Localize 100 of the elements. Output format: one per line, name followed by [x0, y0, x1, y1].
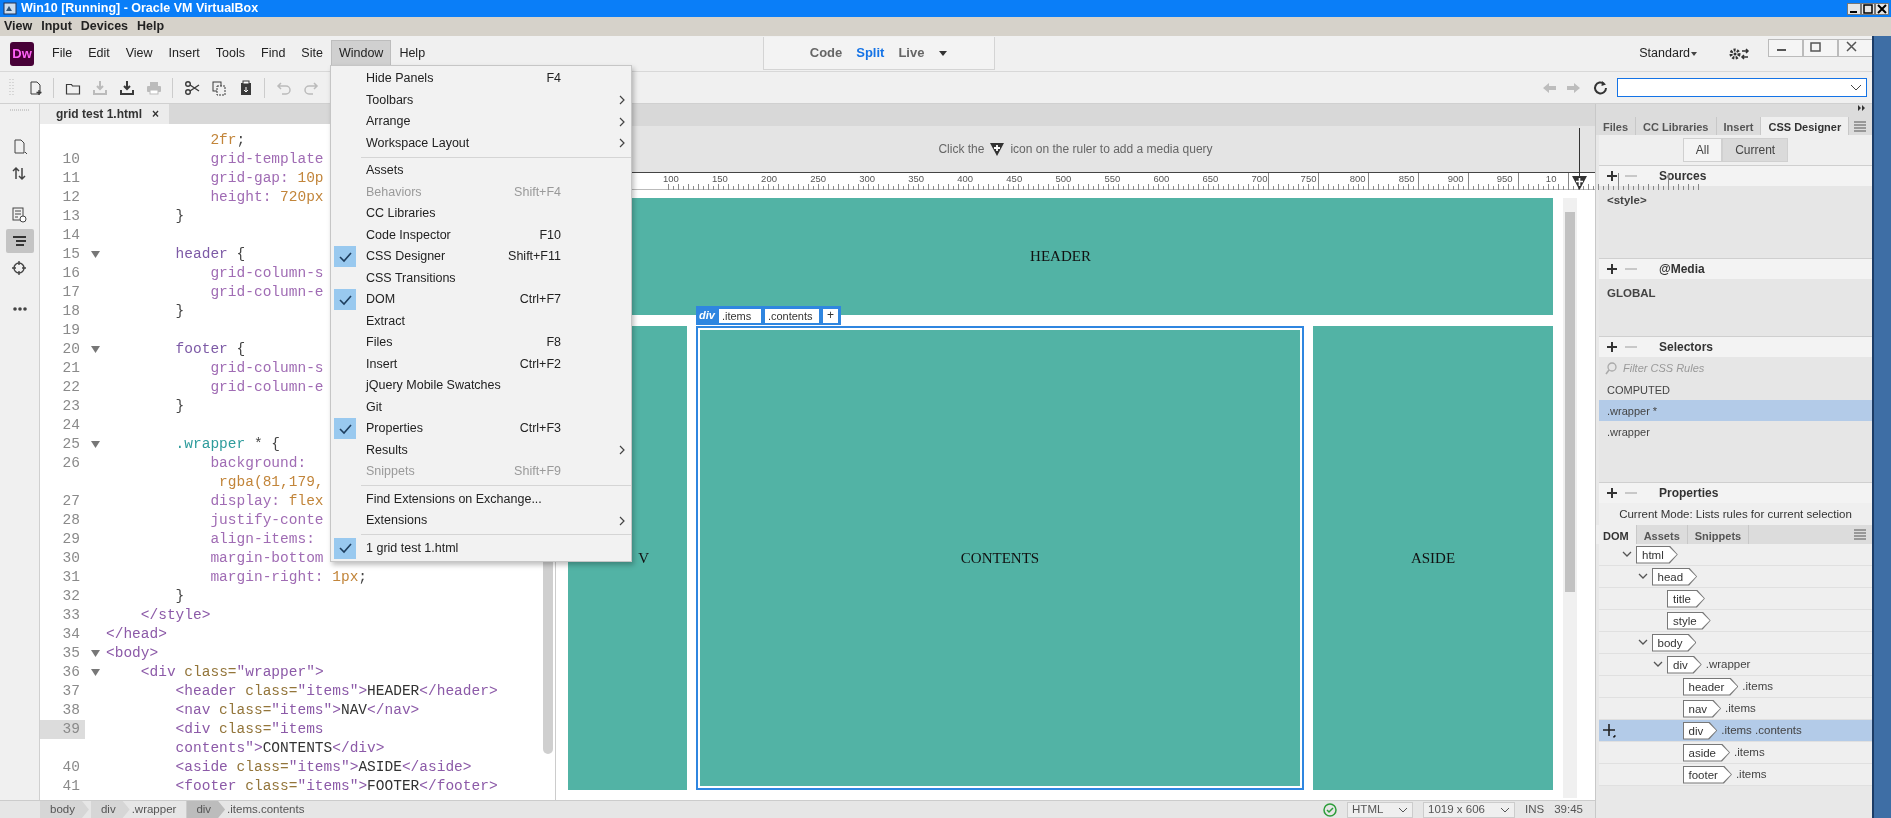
ruler-label: 400 [957, 173, 975, 184]
line-number: 12 [61, 188, 81, 207]
line-number: 24 [61, 416, 81, 435]
ruler-label: 950 [1496, 173, 1514, 184]
ruler-label: 700 [1251, 173, 1269, 184]
code-line: </style> [139, 606, 211, 625]
ruler-label: 200 [761, 173, 778, 184]
code-line: </head> [106, 625, 167, 644]
shortcut-text: Ctrl+F3 [519, 420, 561, 438]
code-line: <nav class="items">NAV</nav> [174, 701, 420, 720]
insert-mode-text: INS [1525, 801, 1545, 817]
line-number: 31 [61, 568, 81, 587]
app-logo: Dw [10, 41, 34, 66]
line-number: 15 [61, 245, 81, 264]
line-number: 11 [61, 169, 81, 188]
line-number: 25 [61, 435, 81, 454]
code-line: height: 720px [209, 188, 324, 207]
ruler-label: 850 [1398, 173, 1416, 184]
shortcut-text: Ctrl+F2 [519, 355, 561, 373]
line-number: 41 [61, 777, 81, 796]
code-line: } [174, 207, 185, 226]
shortcut-text: Shift+F11 [508, 248, 561, 266]
code-line: } [174, 587, 185, 606]
code-line: grid-template [209, 150, 324, 169]
line-number: 22 [61, 378, 81, 397]
line-number: 13 [61, 207, 81, 226]
window-title: Win10 [Running] - Oracle VM VirtualBox [21, 0, 259, 18]
line-number: 28 [61, 511, 81, 530]
line-number: 14 [61, 226, 81, 245]
code-line: justify-conte [209, 511, 324, 530]
section-title: Properties [1659, 485, 1719, 502]
class-label: .wrapper [1705, 656, 1751, 672]
section-title: Selectors [1659, 339, 1714, 356]
line-number: 27 [61, 492, 81, 511]
line-number: 40 [61, 758, 81, 777]
shortcut-text: Ctrl+F7 [519, 291, 561, 309]
code-line: grid-column-e [209, 378, 324, 397]
line-number: 23 [61, 397, 81, 416]
line-number: 30 [61, 549, 81, 568]
tab-label: grid test 1.html [56, 106, 142, 123]
line-number: 20 [61, 340, 81, 359]
code-line: <aside class="items">ASIDE</aside> [174, 758, 472, 777]
class-label: .items [1735, 766, 1767, 782]
code-line: <footer class="items">FOOTER</footer> [174, 777, 498, 796]
cursor-position-text: 39:45 [1554, 801, 1583, 817]
code-line: .wrapper * { [174, 435, 281, 454]
code-line: footer { [174, 340, 246, 359]
code-line: display: flex [209, 492, 324, 511]
class-label: .items [1734, 744, 1765, 760]
hint-text: icon on the ruler to add a media query [1010, 141, 1213, 158]
code-line: margin-bottom [209, 549, 324, 568]
line-number: 18 [61, 302, 81, 321]
element-text: HEADER [1030, 247, 1091, 267]
code-line: <div class="wrapper"> [139, 663, 324, 682]
code-line: <body> [106, 644, 159, 663]
line-number: 32 [61, 587, 81, 606]
line-number: 21 [61, 359, 81, 378]
ruler-label: 350 [908, 173, 926, 184]
element-text: ASIDE [1410, 548, 1456, 568]
ruler-label: 10 [1545, 173, 1558, 184]
class-label: .items .contents [1721, 722, 1802, 738]
ruler-label: 450 [1006, 173, 1024, 184]
ruler-label: 900 [1447, 173, 1465, 184]
code-line: rgba(81,179, [218, 473, 324, 492]
mode-text: Current Mode: Lists rules for current selection [1599, 503, 1872, 525]
code-line: 2fr; [209, 131, 246, 150]
code-line: <div class="items [174, 720, 324, 739]
element-text: CONTENTS [960, 548, 1040, 568]
code-line: header { [174, 245, 246, 264]
code-line: contents">CONTENTS</div> [174, 739, 385, 758]
line-number: 39 [40, 720, 85, 739]
shortcut-text: F4 [546, 70, 561, 88]
code-line: } [174, 302, 185, 321]
code-line: grid-column-s [209, 359, 324, 378]
code-line: margin-right: 1px; [209, 568, 368, 587]
ruler-label: 650 [1202, 173, 1220, 184]
code-line: align-items: [209, 530, 315, 549]
code-line: grid-column-s [209, 264, 324, 283]
ruler-label: 500 [1055, 173, 1073, 184]
ruler-label: 100 [663, 173, 680, 184]
line-number: 26 [61, 454, 81, 473]
line-number: 37 [61, 682, 81, 701]
ruler-label: 550 [1104, 173, 1122, 184]
code-line: background: [209, 454, 307, 473]
line-number: 38 [61, 701, 81, 720]
hint-text: Click the [938, 141, 985, 158]
ruler-label: 600 [1153, 173, 1171, 184]
shortcut-text: F10 [539, 226, 561, 244]
line-number: 33 [61, 606, 81, 625]
ruler-label: 250 [810, 173, 827, 184]
line-number: 17 [61, 283, 81, 302]
code-line: grid-gap: 10p [209, 169, 324, 188]
ruler-label: 300 [859, 173, 877, 184]
line-number: 36 [61, 663, 81, 682]
class-label: .items [1742, 678, 1773, 694]
element-text: V [638, 548, 649, 568]
ruler-label: 750 [1300, 173, 1318, 184]
section-title: Sources [1659, 168, 1707, 185]
ruler-label: 800 [1349, 173, 1367, 184]
line-number: 19 [61, 321, 81, 340]
